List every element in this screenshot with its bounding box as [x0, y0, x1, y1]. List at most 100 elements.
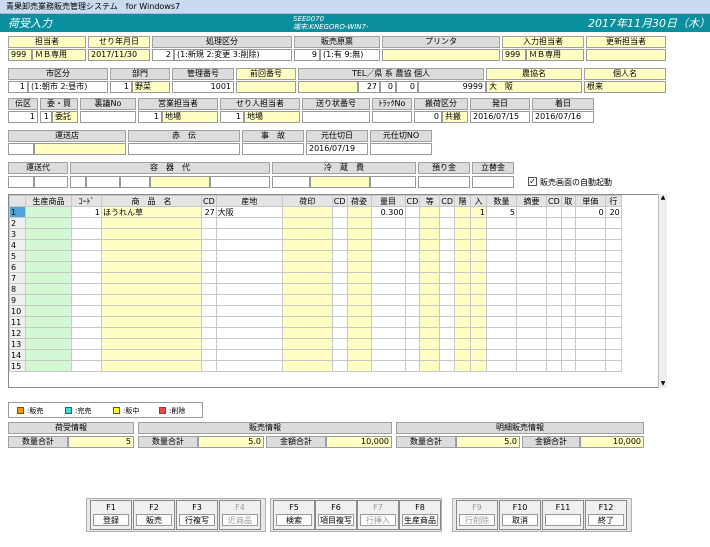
f5-search-button[interactable]: F5 検索: [273, 500, 315, 530]
grid-cell[interactable]: [201, 261, 217, 273]
grid-cell[interactable]: [370, 239, 406, 251]
shori-code-field[interactable]: 2: [152, 49, 174, 61]
grid-cell[interactable]: [419, 294, 441, 306]
kanri-field[interactable]: 1001: [172, 81, 234, 93]
grid-cell[interactable]: [604, 305, 622, 317]
grid-cell[interactable]: [546, 360, 562, 372]
f1-register-button[interactable]: F1 登録: [90, 500, 132, 530]
grid-cell[interactable]: [454, 316, 471, 328]
printer-field[interactable]: [382, 49, 500, 61]
grid-cell[interactable]: [560, 261, 576, 273]
grid-cell[interactable]: [486, 239, 517, 251]
grid-cell[interactable]: [470, 294, 487, 306]
tel-field[interactable]: [298, 81, 358, 93]
table-row[interactable]: 7: [9, 272, 622, 284]
grid-cell[interactable]: [486, 294, 517, 306]
grid-cell[interactable]: [574, 239, 606, 251]
grid-cell[interactable]: [454, 272, 471, 284]
motoshi-field[interactable]: 2016/07/19: [306, 143, 368, 155]
table-row[interactable]: 8: [9, 283, 622, 295]
grid-cell[interactable]: [454, 283, 471, 295]
grid-cell[interactable]: [470, 250, 487, 262]
grid-cell[interactable]: [439, 261, 455, 273]
grid-cell[interactable]: [560, 349, 576, 361]
grid-cell[interactable]: [370, 294, 406, 306]
f4-nearby-product-button[interactable]: F4 近商品: [219, 500, 261, 530]
scroll-up-icon[interactable]: ▲: [659, 194, 667, 202]
grid-cell[interactable]: [281, 261, 333, 273]
grid-cell[interactable]: [486, 349, 517, 361]
grid-cell[interactable]: [25, 305, 72, 317]
grid-cell[interactable]: [25, 239, 72, 251]
grid-cell[interactable]: [201, 283, 217, 295]
yoki-field-2[interactable]: [86, 176, 120, 188]
table-row[interactable]: 9: [9, 294, 622, 306]
grid-cell[interactable]: [25, 327, 72, 339]
grid-cell[interactable]: [419, 327, 441, 339]
grid-cell[interactable]: [604, 250, 622, 262]
grid-cell[interactable]: [546, 206, 562, 218]
grid-cell[interactable]: [486, 250, 517, 262]
grid-cell[interactable]: [439, 338, 455, 350]
grid-cell[interactable]: [71, 316, 102, 328]
grid-cell[interactable]: [560, 250, 576, 262]
grid-cell[interactable]: [546, 338, 562, 350]
grid-cell[interactable]: [331, 349, 348, 361]
grid-cell[interactable]: [486, 272, 517, 284]
grid-cell[interactable]: [201, 316, 217, 328]
grid-cell[interactable]: [560, 272, 576, 284]
grid-cell[interactable]: [25, 261, 72, 273]
grid-cell[interactable]: 大阪: [215, 206, 283, 218]
grid-cell[interactable]: [71, 217, 102, 229]
grid-cell[interactable]: [486, 217, 517, 229]
grid-cell[interactable]: [454, 349, 471, 361]
grid-cell[interactable]: [404, 316, 421, 328]
grid-cell[interactable]: [454, 305, 471, 317]
grid-cell[interactable]: [281, 360, 333, 372]
f6-copy-item-button[interactable]: F6 項目複写: [315, 500, 357, 530]
grid-cell[interactable]: [546, 283, 562, 295]
grid-cell[interactable]: [439, 305, 455, 317]
grid-cell[interactable]: [419, 261, 441, 273]
grid-cell[interactable]: [404, 283, 421, 295]
grid-cell[interactable]: [201, 228, 217, 240]
grid-cell[interactable]: [25, 250, 72, 262]
tanto-code-field[interactable]: 999: [8, 49, 32, 61]
grid-cell[interactable]: [454, 338, 471, 350]
grid-cell[interactable]: [546, 294, 562, 306]
grid-cell[interactable]: [454, 294, 471, 306]
grid-cell[interactable]: [370, 250, 406, 262]
grid-cell[interactable]: [404, 239, 421, 251]
grid-cell[interactable]: [215, 272, 283, 284]
grid-cell[interactable]: [101, 261, 202, 273]
unsodai-field-2[interactable]: [34, 176, 68, 188]
grid-cell[interactable]: [370, 349, 406, 361]
grid-cell[interactable]: [201, 217, 217, 229]
grid-cell[interactable]: [370, 316, 406, 328]
grid-cell[interactable]: [470, 261, 487, 273]
grid-cell[interactable]: [574, 316, 606, 328]
grid-cell[interactable]: [486, 305, 517, 317]
grid-cell[interactable]: [404, 338, 421, 350]
grid-cell[interactable]: [201, 294, 217, 306]
grid-cell[interactable]: [470, 349, 487, 361]
grid-cell[interactable]: [486, 327, 517, 339]
grid-cell[interactable]: [560, 283, 576, 295]
grid-cell[interactable]: [101, 283, 202, 295]
grid-cell[interactable]: [281, 283, 333, 295]
grid-cell[interactable]: [486, 360, 517, 372]
f11-button[interactable]: F11: [542, 500, 584, 530]
grid-cell[interactable]: 0.300: [370, 206, 406, 218]
reizo-field-3[interactable]: [370, 176, 416, 188]
grid-cell[interactable]: [516, 250, 547, 262]
grid-cell[interactable]: [604, 327, 622, 339]
motoshi-no-field[interactable]: [370, 143, 432, 155]
grid-cell[interactable]: [71, 239, 102, 251]
grid-cell[interactable]: [281, 294, 333, 306]
grid-cell[interactable]: [25, 217, 72, 229]
grid-cell[interactable]: [201, 349, 217, 361]
grid-cell[interactable]: [346, 283, 372, 295]
f10-cancel-button[interactable]: F10 取消: [499, 500, 541, 530]
grid-cell[interactable]: [370, 360, 406, 372]
table-row[interactable]: 2: [9, 217, 622, 229]
